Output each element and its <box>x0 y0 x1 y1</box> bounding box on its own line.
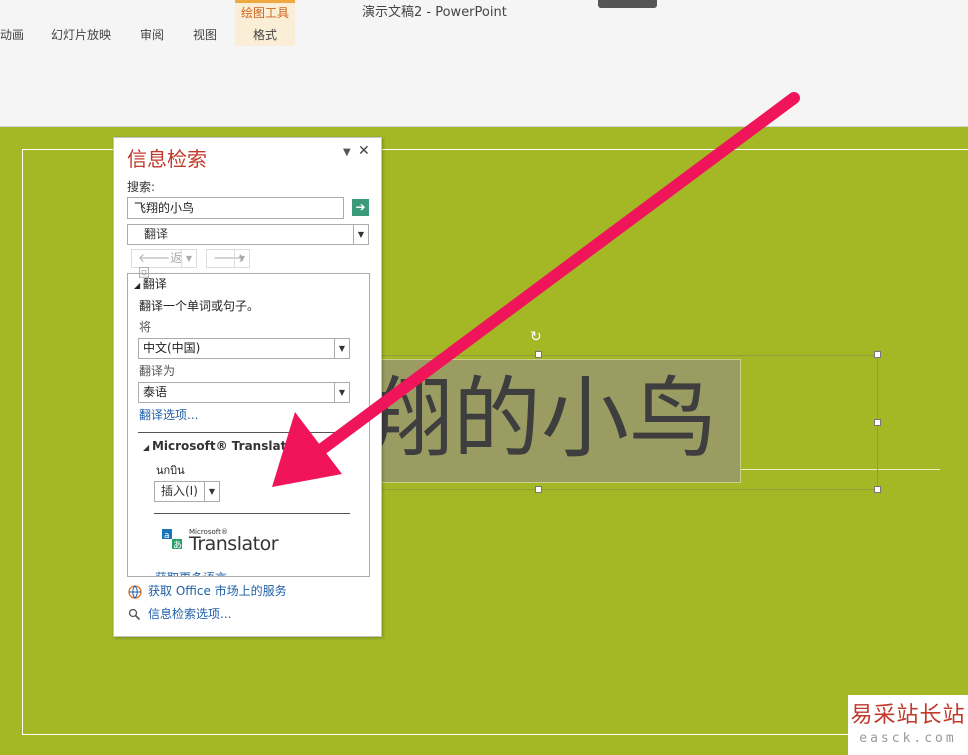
annotation-arrow <box>272 92 800 487</box>
watermark-cn: 易采站长站 <box>850 703 966 728</box>
watermark-en: easck.com <box>859 731 957 746</box>
watermark: 易采站长站 easck.com <box>848 695 968 755</box>
